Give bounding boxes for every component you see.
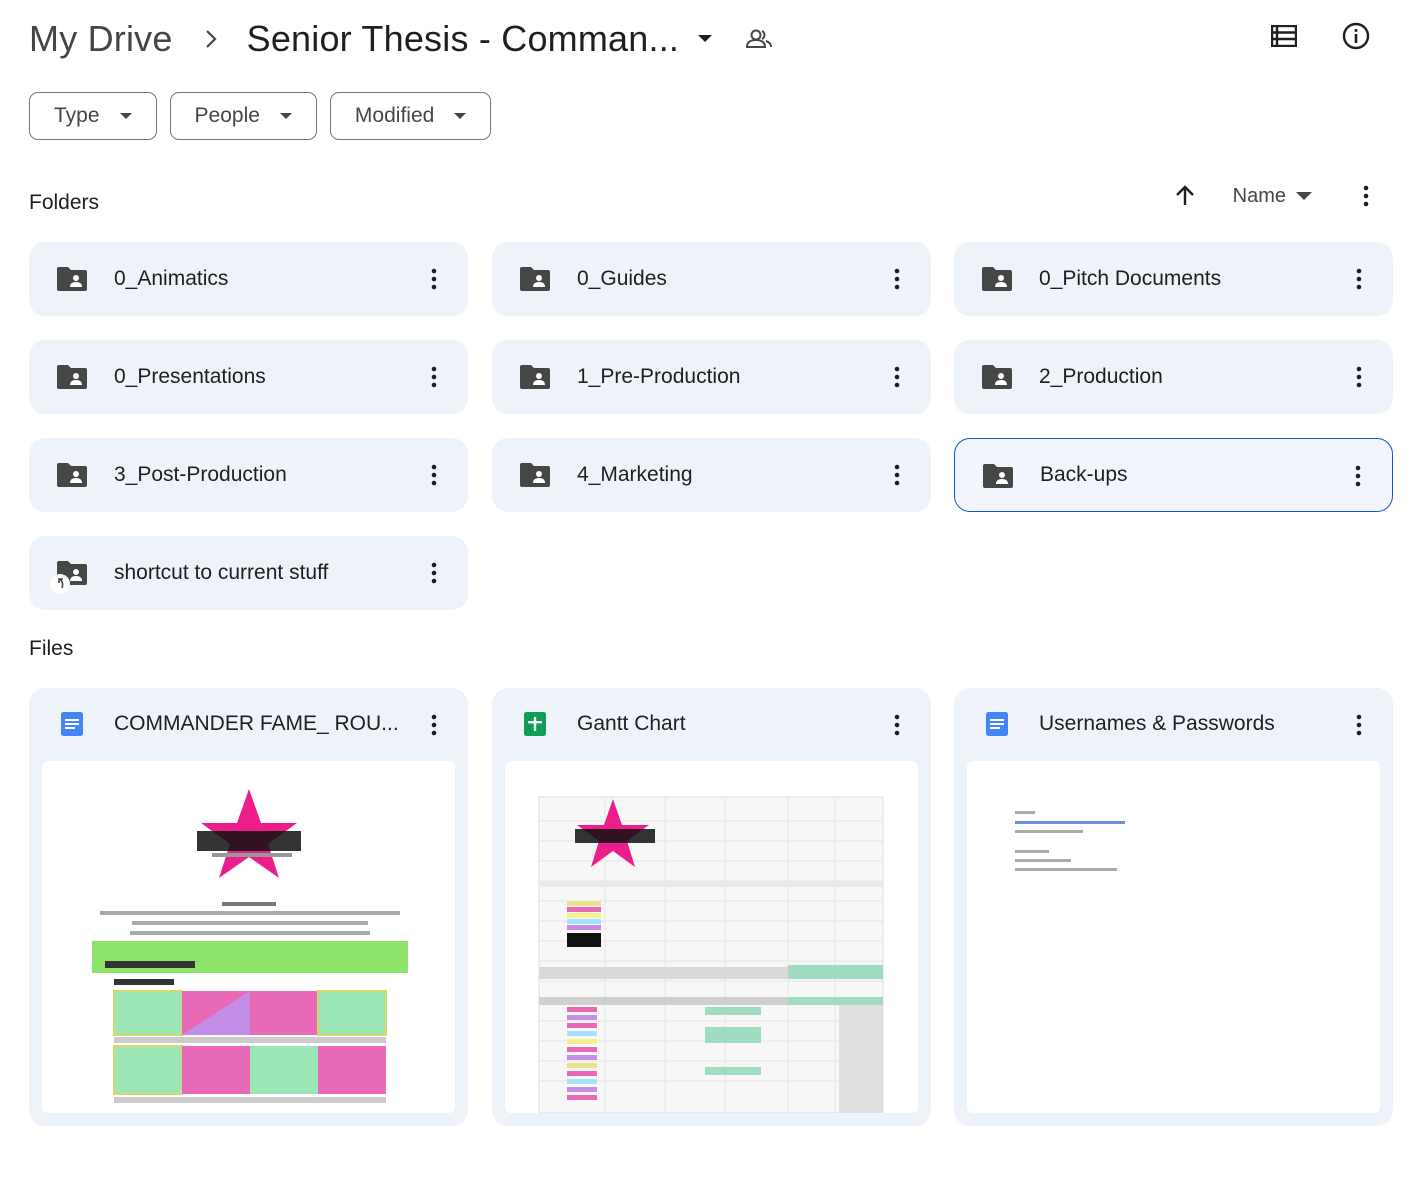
more-vert-icon[interactable] — [422, 362, 446, 392]
docs-icon — [986, 712, 1008, 736]
folder-card[interactable]: 2_Production — [954, 340, 1393, 414]
folder-card[interactable]: 4_Marketing — [492, 438, 931, 512]
drive-app: My Drive Senior Thesis - Comman... Type … — [0, 0, 1414, 1177]
filter-modified-chip[interactable]: Modified — [329, 92, 492, 140]
filter-people-chip[interactable]: People — [169, 92, 317, 140]
shared-folder-icon — [57, 365, 87, 389]
sort-controls: Name — [1171, 178, 1378, 214]
folder-name: 3_Post-Production — [114, 463, 287, 486]
info-icon[interactable] — [1338, 18, 1374, 54]
shared-folder-icon — [982, 267, 1012, 291]
header-actions — [1266, 18, 1374, 54]
caret-down-icon — [279, 111, 294, 121]
breadcrumb-my-drive[interactable]: My Drive — [29, 18, 173, 60]
shared-people-icon[interactable] — [745, 25, 773, 53]
shared-folder-icon — [57, 267, 87, 291]
usernames-doc-preview-image — [1015, 811, 1125, 871]
file-name: Gantt Chart — [577, 712, 686, 735]
folder-card[interactable]: 0_Animatics — [29, 242, 468, 316]
more-vert-icon[interactable] — [422, 710, 446, 740]
more-vert-icon[interactable] — [885, 710, 909, 740]
more-vert-icon[interactable] — [1347, 362, 1371, 392]
folder-card[interactable]: 1_Pre-Production — [492, 340, 931, 414]
more-vert-icon[interactable] — [422, 264, 446, 294]
folder-card[interactable]: 0_Presentations — [29, 340, 468, 414]
folder-name: 2_Production — [1039, 365, 1163, 388]
more-vert-icon[interactable] — [1346, 461, 1370, 491]
more-vert-icon[interactable] — [422, 558, 446, 588]
folder-name: 0_Animatics — [114, 267, 229, 290]
sort-direction-arrow-up-icon[interactable] — [1171, 182, 1199, 210]
folder-name: shortcut to current stuff — [114, 561, 329, 584]
filter-type-label: Type — [54, 104, 100, 127]
file-name: COMMANDER FAME_ ROU... — [114, 712, 399, 735]
caret-down-icon — [454, 111, 468, 121]
file-thumbnail — [505, 761, 918, 1113]
folder-name: 0_Pitch Documents — [1039, 267, 1222, 290]
chevron-right-icon — [205, 27, 221, 51]
filter-modified-label: Modified — [354, 104, 435, 127]
folder-card[interactable]: shortcut to current stuff — [29, 536, 468, 610]
shared-folder-icon — [983, 464, 1013, 488]
file-card[interactable]: Gantt Chart — [492, 688, 931, 1126]
filter-chips: Type People Modified — [29, 92, 492, 140]
folder-name: 0_Guides — [577, 267, 667, 290]
sheets-icon — [524, 712, 546, 736]
more-vert-icon[interactable] — [885, 460, 909, 490]
filter-people-label: People — [194, 104, 260, 127]
files-section-label: Files — [29, 637, 74, 660]
more-vert-icon[interactable] — [1347, 710, 1371, 740]
folder-card-selected[interactable]: Back-ups — [954, 438, 1393, 512]
list-view-icon[interactable] — [1266, 18, 1302, 54]
file-card[interactable]: Usernames & Passwords — [954, 688, 1393, 1126]
gantt-chart-preview-image — [538, 796, 884, 1113]
folder-card[interactable]: 0_Pitch Documents — [954, 242, 1393, 316]
file-thumbnail — [967, 761, 1380, 1113]
rough-script-preview-image — [92, 789, 408, 1103]
folder-card[interactable]: 3_Post-Production — [29, 438, 468, 512]
folder-name: 1_Pre-Production — [577, 365, 741, 388]
sort-by-name-button[interactable]: Name — [1233, 185, 1286, 208]
breadcrumb-current-folder[interactable]: Senior Thesis - Comman... — [247, 18, 679, 60]
more-vert-icon[interactable] — [422, 460, 446, 490]
caret-down-icon[interactable] — [1296, 190, 1312, 202]
shortcut-folder-icon — [50, 561, 87, 594]
more-vert-icon[interactable] — [885, 362, 909, 392]
folder-name: Back-ups — [1040, 463, 1128, 486]
shared-folder-icon — [520, 463, 550, 487]
shared-folder-icon — [57, 463, 87, 487]
docs-icon — [61, 712, 83, 736]
folders-section-label: Folders — [29, 191, 100, 214]
file-card[interactable]: COMMANDER FAME_ ROU... — [29, 688, 468, 1126]
caret-down-icon[interactable] — [695, 29, 715, 49]
folder-name: 0_Presentations — [114, 365, 266, 388]
caret-down-icon — [119, 111, 134, 121]
shared-folder-icon — [520, 365, 550, 389]
shared-folder-icon — [982, 365, 1012, 389]
breadcrumb: My Drive Senior Thesis - Comman... — [29, 14, 773, 64]
more-vert-icon[interactable] — [885, 264, 909, 294]
file-thumbnail — [42, 761, 455, 1113]
more-vert-icon[interactable] — [1347, 264, 1371, 294]
more-vert-icon[interactable] — [1354, 178, 1378, 214]
filter-type-chip[interactable]: Type — [29, 92, 157, 140]
folder-card[interactable]: 0_Guides — [492, 242, 931, 316]
shared-folder-icon — [520, 267, 550, 291]
file-name: Usernames & Passwords — [1039, 712, 1275, 735]
folder-name: 4_Marketing — [577, 463, 693, 486]
